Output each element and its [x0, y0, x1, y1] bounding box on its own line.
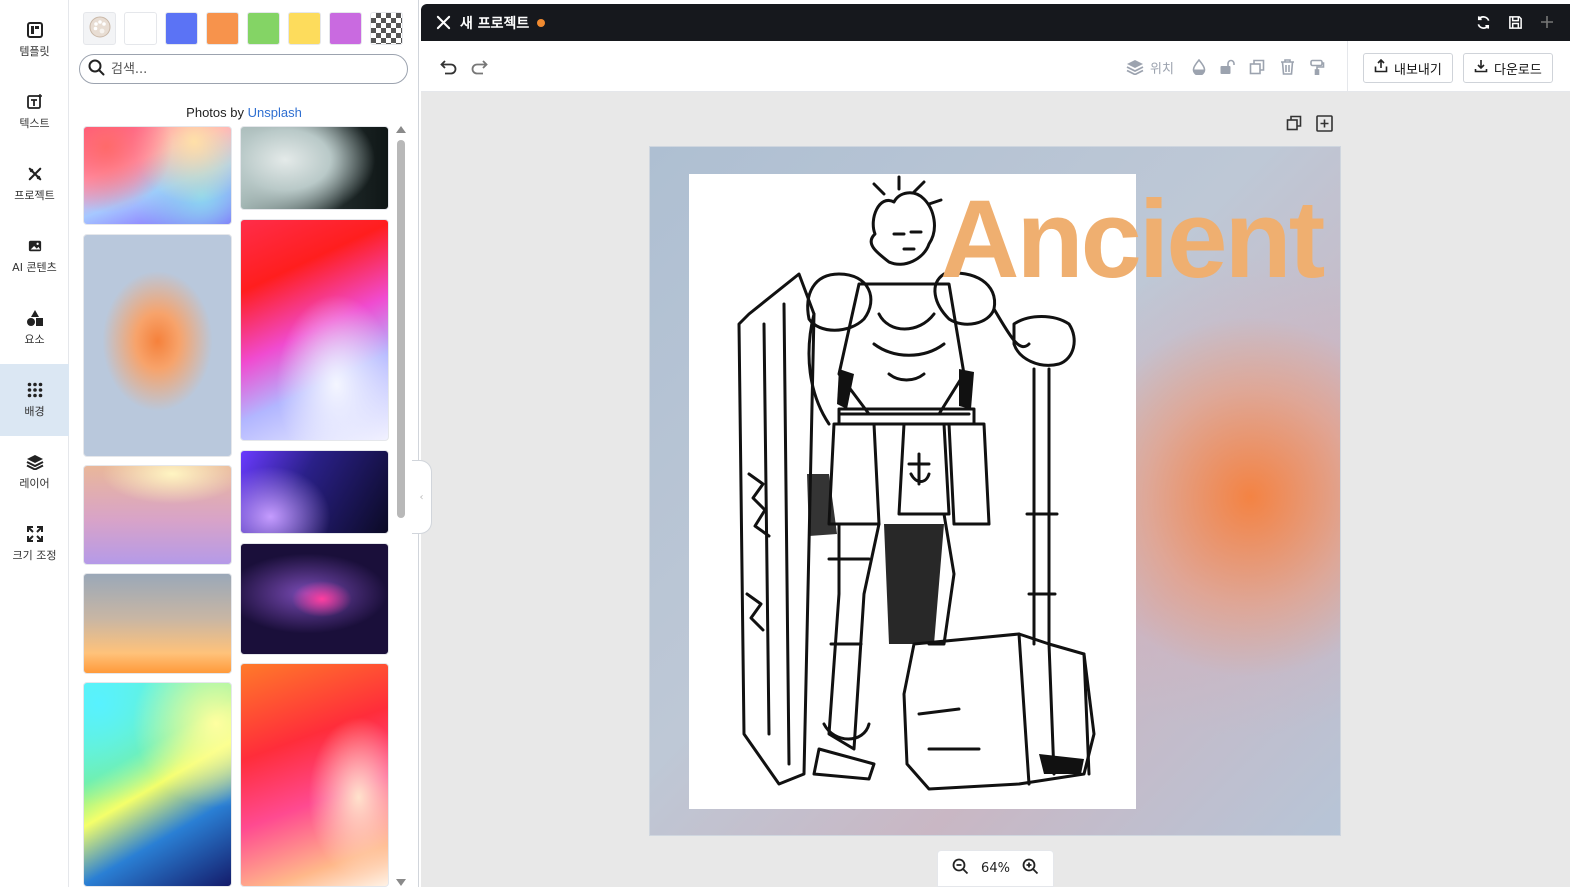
nav-ai-content[interactable]: AI 콘텐츠 [0, 220, 69, 292]
headline-text[interactable]: Ancient [940, 185, 1325, 295]
resize-icon [26, 525, 44, 543]
background-thumbnail[interactable] [240, 663, 389, 887]
nav-resize[interactable]: 크기 조정 [0, 508, 69, 580]
download-label: 다운로드 [1494, 62, 1542, 78]
background-thumbnail[interactable] [240, 219, 389, 441]
background-thumbnail[interactable] [83, 573, 232, 674]
background-thumbnail[interactable] [83, 234, 232, 457]
share-icon [1374, 58, 1388, 77]
nav-label: 템플릿 [19, 45, 50, 58]
nav-elements[interactable]: 요소 [0, 292, 69, 364]
project-header: 새 프로젝트 [421, 4, 1570, 41]
position-layers-icon[interactable] [1125, 57, 1145, 77]
duplicate-icon[interactable] [1247, 57, 1267, 77]
export-label: 내보내기 [1394, 62, 1442, 78]
canvas-workspace: Ancient 64% [421, 92, 1570, 887]
save-icon[interactable] [1506, 13, 1524, 31]
unsaved-indicator [537, 18, 546, 27]
editor-toolbar: 위치 내보내기 다운로드 [421, 41, 1570, 92]
background-thumbnail[interactable] [83, 126, 232, 225]
orange-swatch[interactable] [206, 12, 239, 45]
nav-label: 크기 조정 [12, 549, 57, 562]
download-button[interactable]: 다운로드 [1463, 53, 1553, 83]
scroll-up-arrow-icon[interactable] [396, 126, 406, 133]
yellow-swatch[interactable] [288, 12, 321, 45]
nav-template[interactable]: 템플릿 [0, 4, 69, 76]
left-nav-rail: 템플릿 텍스트 프로젝트 AI 콘텐츠 요소 배경 레이어 크기 조정 [0, 0, 69, 887]
background-thumbnail[interactable] [240, 543, 389, 655]
nav-label: 프로젝트 [14, 189, 55, 202]
ai-image-icon [26, 237, 44, 255]
zoom-in-icon[interactable] [1022, 858, 1039, 879]
undo-icon[interactable] [439, 57, 459, 77]
nav-text[interactable]: 텍스트 [0, 76, 69, 148]
photo-credit: Photos by Unsplash [69, 105, 419, 120]
zoom-out-icon[interactable] [952, 858, 969, 879]
search-icon [88, 59, 105, 80]
purple-swatch[interactable] [329, 12, 362, 45]
zoom-level[interactable]: 64% [981, 861, 1010, 876]
toolbar-divider [1347, 41, 1348, 92]
design-page[interactable]: Ancient [649, 146, 1341, 836]
background-panel: Photos by Unsplash [69, 0, 419, 887]
export-button[interactable]: 내보내기 [1363, 53, 1453, 83]
project-icon [26, 165, 44, 183]
chevron-left-icon: ‹ [419, 491, 424, 503]
download-icon [1474, 59, 1488, 77]
layers-icon [26, 453, 44, 471]
duplicate-page-icon[interactable] [1285, 114, 1303, 132]
app-root: 템플릿 텍스트 프로젝트 AI 콘텐츠 요소 배경 레이어 크기 조정 검색..… [0, 0, 1570, 887]
nav-label: 레이어 [19, 477, 50, 490]
grid-dots-icon [26, 381, 44, 399]
background-thumbnail[interactable] [240, 450, 389, 534]
nav-label: 요소 [24, 333, 45, 346]
nav-label: 배경 [24, 405, 45, 418]
nav-label: 텍스트 [19, 117, 50, 130]
shapes-icon [26, 309, 44, 327]
opacity-icon[interactable] [1189, 57, 1209, 77]
delete-icon[interactable] [1277, 57, 1297, 77]
collapse-panel-handle[interactable]: ‹ [412, 460, 432, 534]
transparent-swatch[interactable] [370, 12, 403, 45]
redo-icon[interactable] [469, 57, 489, 77]
zoom-control: 64% [937, 850, 1054, 887]
search-box[interactable] [79, 54, 408, 84]
search-input[interactable] [111, 61, 391, 77]
credit-prefix: Photos by [186, 105, 244, 120]
green-swatch[interactable] [247, 12, 280, 45]
nav-project[interactable]: 프로젝트 [0, 148, 69, 220]
background-thumbnail[interactable] [83, 465, 232, 565]
scroll-down-arrow-icon[interactable] [396, 879, 406, 886]
nav-layers[interactable]: 레이어 [0, 436, 69, 508]
background-thumbnail[interactable] [83, 682, 232, 887]
white-swatch[interactable] [124, 12, 157, 45]
template-icon [26, 21, 44, 39]
header-actions [1474, 13, 1556, 31]
scrollbar-thumb[interactable] [397, 140, 405, 518]
unlock-icon[interactable] [1217, 57, 1237, 77]
project-title[interactable]: 새 프로젝트 [460, 13, 529, 33]
text-icon [26, 93, 44, 111]
nav-background[interactable]: 배경 [0, 364, 69, 436]
add-page-icon[interactable] [1315, 114, 1333, 132]
sync-icon[interactable] [1474, 13, 1492, 31]
position-label[interactable]: 위치 [1150, 58, 1174, 77]
format-painter-icon[interactable] [1307, 57, 1327, 77]
blue-swatch[interactable] [165, 12, 198, 45]
unsplash-link[interactable]: Unsplash [248, 105, 302, 120]
custom-color-swatch[interactable] [83, 12, 116, 45]
add-icon[interactable] [1538, 13, 1556, 31]
background-thumbnail[interactable] [240, 126, 389, 210]
project-icon [435, 15, 451, 31]
nav-label: AI 콘텐츠 [12, 261, 57, 274]
palette-icon [88, 15, 112, 43]
